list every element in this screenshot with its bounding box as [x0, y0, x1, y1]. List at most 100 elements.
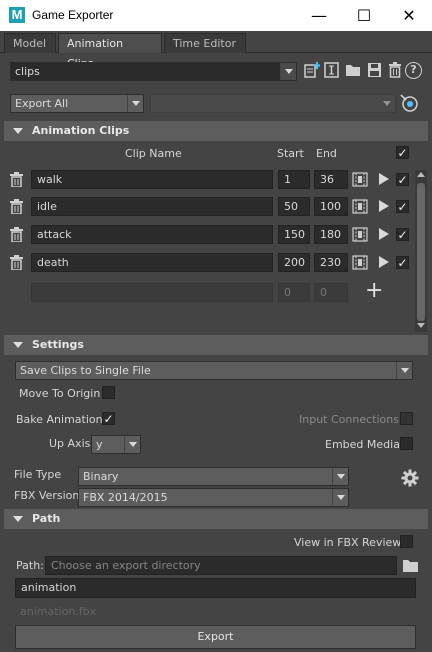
maya-app-icon: M — [9, 7, 25, 23]
clip-end-field[interactable]: 36 — [314, 170, 348, 189]
fbx-version-value: FBX 2014/2015 — [83, 491, 168, 504]
clip-end-field[interactable]: 180 — [314, 225, 348, 244]
chevron-down-icon — [379, 95, 395, 112]
column-end: End — [316, 147, 337, 160]
path-label: Path: — [16, 559, 44, 572]
play-clip-icon[interactable] — [379, 256, 389, 268]
window-title: Game Exporter — [32, 8, 114, 22]
browse-folder-icon[interactable] — [402, 558, 420, 573]
chevron-down-icon — [332, 489, 348, 506]
open-folder-icon[interactable] — [345, 62, 362, 78]
view-in-fbx-review-checkbox[interactable] — [400, 535, 413, 548]
help-icon[interactable]: ? — [405, 62, 422, 79]
tab-time-editor[interactable]: Time Editor — [164, 33, 246, 53]
add-clip-icon[interactable]: + — [365, 280, 383, 302]
set-range-icon[interactable] — [352, 172, 368, 187]
clip-export-checkbox[interactable]: ✓ — [396, 173, 409, 186]
up-axis-value: y — [96, 438, 103, 451]
scroll-up-icon[interactable] — [417, 172, 425, 177]
collapse-triangle-icon — [13, 128, 23, 134]
path-section-header[interactable]: Path — [4, 509, 428, 529]
section-title: Animation Clips — [32, 124, 130, 137]
file-type-label: File Type — [14, 468, 62, 481]
clip-start-field[interactable]: 50 — [278, 197, 310, 216]
clip-name-field[interactable]: walk — [31, 170, 273, 189]
chevron-down-icon — [124, 436, 140, 453]
clip-end-field[interactable]: 100 — [314, 197, 348, 216]
animation-clips-section-header[interactable]: Animation Clips — [4, 121, 428, 141]
export-button[interactable]: Export — [15, 625, 416, 649]
tab-model[interactable]: Model — [4, 33, 56, 53]
collapse-triangle-icon — [13, 342, 23, 348]
section-title: Path — [32, 512, 61, 525]
set-range-icon[interactable] — [352, 255, 368, 270]
delete-clip-icon[interactable] — [10, 199, 23, 215]
preset-value: clips — [15, 65, 40, 78]
settings-section-header[interactable]: Settings — [4, 335, 428, 355]
view-in-fbx-review-label: View in FBX Review — [294, 536, 402, 549]
clip-export-checkbox[interactable]: ✓ — [396, 228, 409, 241]
move-to-origin-checkbox[interactable] — [102, 386, 115, 399]
export-filter-value: Export All — [15, 97, 69, 110]
export-secondary-dropdown[interactable] — [150, 94, 396, 113]
play-clip-icon[interactable] — [379, 228, 389, 240]
up-axis-label: Up Axis — [49, 437, 91, 450]
new-clip-end-field[interactable]: 0 — [314, 283, 348, 302]
new-clip-name-field[interactable] — [31, 283, 273, 302]
set-range-icon[interactable] — [352, 227, 368, 242]
section-title: Settings — [32, 338, 84, 351]
maximize-icon[interactable]: ☐ — [341, 0, 387, 31]
clip-start-field[interactable]: 150 — [278, 225, 310, 244]
save-mode-value: Save Clips to Single File — [20, 364, 151, 377]
tab-animation-clips[interactable]: Animation Clips — [58, 33, 162, 70]
bake-animation-checkbox[interactable]: ✓ — [102, 412, 115, 425]
export-filter-dropdown[interactable]: Export All — [10, 94, 144, 113]
move-to-origin-label: Move To Origin — [19, 387, 101, 400]
file-type-value: Binary — [83, 470, 119, 483]
close-icon[interactable]: ✕ — [386, 0, 432, 31]
scrollbar-thumb[interactable] — [417, 183, 425, 321]
select-all-checkbox[interactable]: ✓ — [396, 146, 409, 159]
embed-media-checkbox[interactable] — [400, 437, 413, 450]
input-connections-checkbox[interactable] — [400, 412, 413, 425]
clip-name-field[interactable]: attack — [31, 225, 273, 244]
scroll-down-icon[interactable] — [417, 323, 425, 328]
save-icon[interactable] — [367, 62, 382, 78]
delete-icon[interactable] — [388, 62, 402, 78]
minimize-icon[interactable]: — — [296, 0, 342, 31]
new-clip-start-field[interactable]: 0 — [278, 283, 310, 302]
delete-clip-icon[interactable] — [10, 172, 23, 188]
delete-clip-icon[interactable] — [10, 227, 23, 243]
clip-end-field[interactable]: 230 — [314, 253, 348, 272]
chevron-down-icon — [280, 63, 296, 80]
clip-export-checkbox[interactable]: ✓ — [396, 256, 409, 269]
clip-start-field[interactable]: 200 — [278, 253, 310, 272]
column-clip-name: Clip Name — [125, 147, 182, 160]
file-preview-label: animation.fbx — [20, 605, 97, 618]
collapse-triangle-icon — [13, 516, 23, 522]
fbx-version-label: FBX Version — [14, 489, 80, 502]
preset-dropdown[interactable]: clips — [10, 62, 297, 81]
clip-name-field[interactable]: death — [31, 253, 273, 272]
delete-clip-icon[interactable] — [10, 255, 23, 271]
file-name-input[interactable]: animation — [15, 578, 416, 598]
chevron-down-icon — [127, 95, 143, 112]
path-input[interactable]: Choose an export directory — [45, 556, 397, 575]
fbx-version-dropdown[interactable]: FBX 2014/2015 — [78, 488, 349, 507]
clip-start-field[interactable]: 1 — [278, 170, 310, 189]
chevron-down-icon — [332, 468, 348, 485]
gear-icon[interactable] — [401, 469, 419, 487]
set-range-icon[interactable] — [352, 199, 368, 214]
play-clip-icon[interactable] — [379, 173, 389, 185]
play-clip-icon[interactable] — [379, 200, 389, 212]
select-objects-icon[interactable] — [400, 94, 419, 113]
clip-export-checkbox[interactable]: ✓ — [396, 200, 409, 213]
edit-preset-icon[interactable] — [324, 62, 340, 78]
add-preset-icon[interactable] — [304, 62, 320, 78]
column-start: Start — [277, 147, 304, 160]
input-connections-label: Input Connections — [299, 413, 399, 426]
clip-name-field[interactable]: idle — [31, 197, 273, 216]
save-mode-dropdown[interactable]: Save Clips to Single File — [15, 361, 413, 380]
up-axis-dropdown[interactable]: y — [91, 435, 141, 454]
file-type-dropdown[interactable]: Binary — [78, 467, 349, 486]
